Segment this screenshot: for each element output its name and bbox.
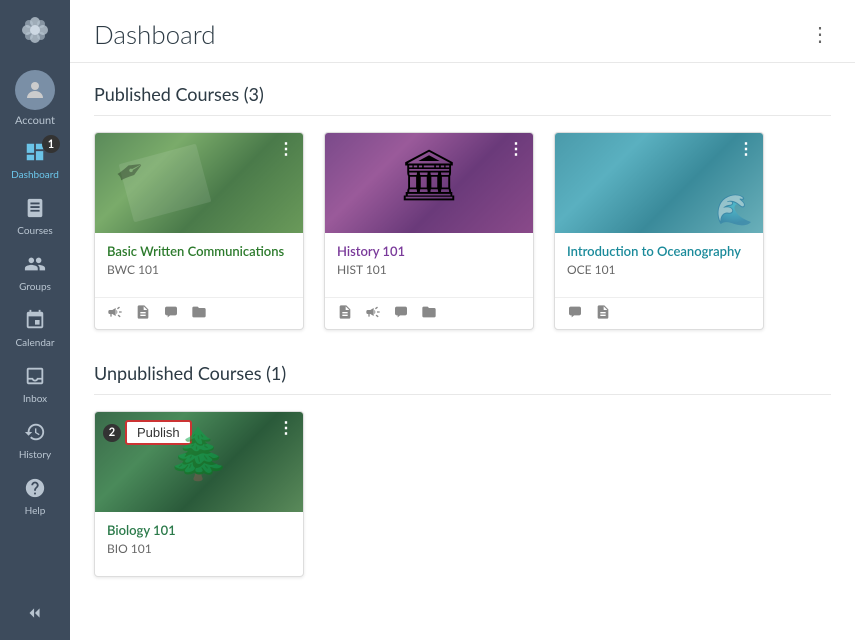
discussion-icon-oce101[interactable] — [567, 304, 583, 323]
course-code-bio101: BIO 101 — [107, 541, 291, 556]
published-courses-grid: ⋮ Basic Written Communications BWC 101 — [94, 132, 831, 330]
course-image-oce101: ⋮ — [555, 133, 763, 233]
files-icon-hist101[interactable] — [421, 304, 437, 323]
course-info-hist101: History 101 HIST 101 — [325, 233, 533, 297]
discussion-icon-hist101[interactable] — [393, 304, 409, 323]
help-label: Help — [25, 505, 46, 517]
course-info-bio101: Biology 101 BIO 101 — [95, 512, 303, 576]
course-name-oce101[interactable]: Introduction to Oceanography — [567, 243, 751, 259]
course-card-menu-bwc101[interactable]: ⋮ — [278, 139, 295, 158]
avatar — [15, 70, 55, 110]
course-code-oce101: OCE 101 — [567, 262, 751, 277]
course-name-hist101[interactable]: History 101 — [337, 243, 521, 259]
main-content: Dashboard ⋮ Published Courses (3) ⋮ Basi… — [70, 0, 855, 640]
dashboard-badge: 1 — [42, 135, 60, 153]
collapse-icon — [24, 602, 46, 624]
assignment-icon-oce101[interactable] — [595, 304, 611, 323]
course-image-bwc101: ⋮ — [95, 133, 303, 233]
announce-icon-hist101[interactable] — [365, 304, 381, 323]
course-info-oce101: Introduction to Oceanography OCE 101 — [555, 233, 763, 297]
app-logo[interactable] — [0, 0, 70, 60]
course-image-bio101: 2 Publish ⋮ — [95, 412, 303, 512]
history-label: History — [19, 449, 51, 461]
course-card-bwc101: ⋮ Basic Written Communications BWC 101 — [94, 132, 304, 330]
course-actions-oce101 — [555, 297, 763, 329]
course-card-menu-bio101[interactable]: ⋮ — [278, 418, 295, 437]
published-section-title: Published Courses (3) — [94, 83, 831, 116]
course-info-bwc101: Basic Written Communications BWC 101 — [95, 233, 303, 297]
sidebar-item-history[interactable]: History — [0, 413, 70, 469]
courses-label: Courses — [17, 225, 52, 237]
inbox-icon — [24, 365, 46, 390]
course-name-bwc101[interactable]: Basic Written Communications — [107, 243, 291, 259]
assignment-icon-hist101[interactable] — [337, 304, 353, 323]
groups-label: Groups — [19, 281, 51, 293]
dashboard-label: Dashboard — [11, 169, 59, 181]
assignment-icon-bwc101[interactable] — [135, 304, 151, 323]
unpublished-badge-number: 2 — [103, 424, 121, 442]
course-card-bio101: 2 Publish ⋮ Biology 101 BIO 101 — [94, 411, 304, 577]
calendar-icon — [24, 309, 46, 334]
sidebar-item-groups[interactable]: Groups — [0, 245, 70, 301]
sidebar-item-dashboard[interactable]: 1 Dashboard — [0, 133, 70, 189]
sidebar-collapse-button[interactable] — [0, 586, 70, 640]
course-actions-hist101 — [325, 297, 533, 329]
unpublished-courses-grid: 2 Publish ⋮ Biology 101 BIO 101 — [94, 411, 831, 577]
course-card-hist101: ⋮ History 101 HIST 101 — [324, 132, 534, 330]
publish-badge: 2 Publish — [103, 420, 192, 445]
header-menu-button[interactable]: ⋮ — [810, 22, 831, 46]
course-card-menu-hist101[interactable]: ⋮ — [508, 139, 525, 158]
canvas-logo-icon — [17, 12, 53, 48]
course-actions-bwc101 — [95, 297, 303, 329]
course-code-bwc101: BWC 101 — [107, 262, 291, 277]
course-card-oce101: ⋮ Introduction to Oceanography OCE 101 — [554, 132, 764, 330]
sidebar-item-calendar[interactable]: Calendar — [0, 301, 70, 357]
dashboard-content: Published Courses (3) ⋮ Basic Written Co… — [70, 63, 855, 629]
files-icon-bwc101[interactable] — [191, 304, 207, 323]
history-icon — [24, 421, 46, 446]
sidebar-item-account[interactable]: Account — [0, 60, 70, 133]
unpublished-section-title: Unpublished Courses (1) — [94, 362, 831, 395]
course-image-hist101: ⋮ — [325, 133, 533, 233]
sidebar: Account 1 Dashboard Courses Groups Calen… — [0, 0, 70, 640]
page-header: Dashboard ⋮ — [70, 0, 855, 63]
course-name-bio101[interactable]: Biology 101 — [107, 522, 291, 538]
course-card-menu-oce101[interactable]: ⋮ — [738, 139, 755, 158]
sidebar-item-help[interactable]: Help — [0, 469, 70, 525]
announce-icon-bwc101[interactable] — [107, 304, 123, 323]
page-title: Dashboard — [94, 18, 216, 50]
help-icon — [24, 477, 46, 502]
account-label: Account — [15, 114, 55, 127]
course-code-hist101: HIST 101 — [337, 262, 521, 277]
discussion-icon-bwc101[interactable] — [163, 304, 179, 323]
inbox-label: Inbox — [23, 393, 47, 405]
sidebar-item-courses[interactable]: Courses — [0, 189, 70, 245]
sidebar-item-inbox[interactable]: Inbox — [0, 357, 70, 413]
publish-button[interactable]: Publish — [125, 420, 192, 445]
courses-icon — [24, 197, 46, 222]
groups-icon — [24, 253, 46, 278]
calendar-label: Calendar — [15, 337, 54, 349]
